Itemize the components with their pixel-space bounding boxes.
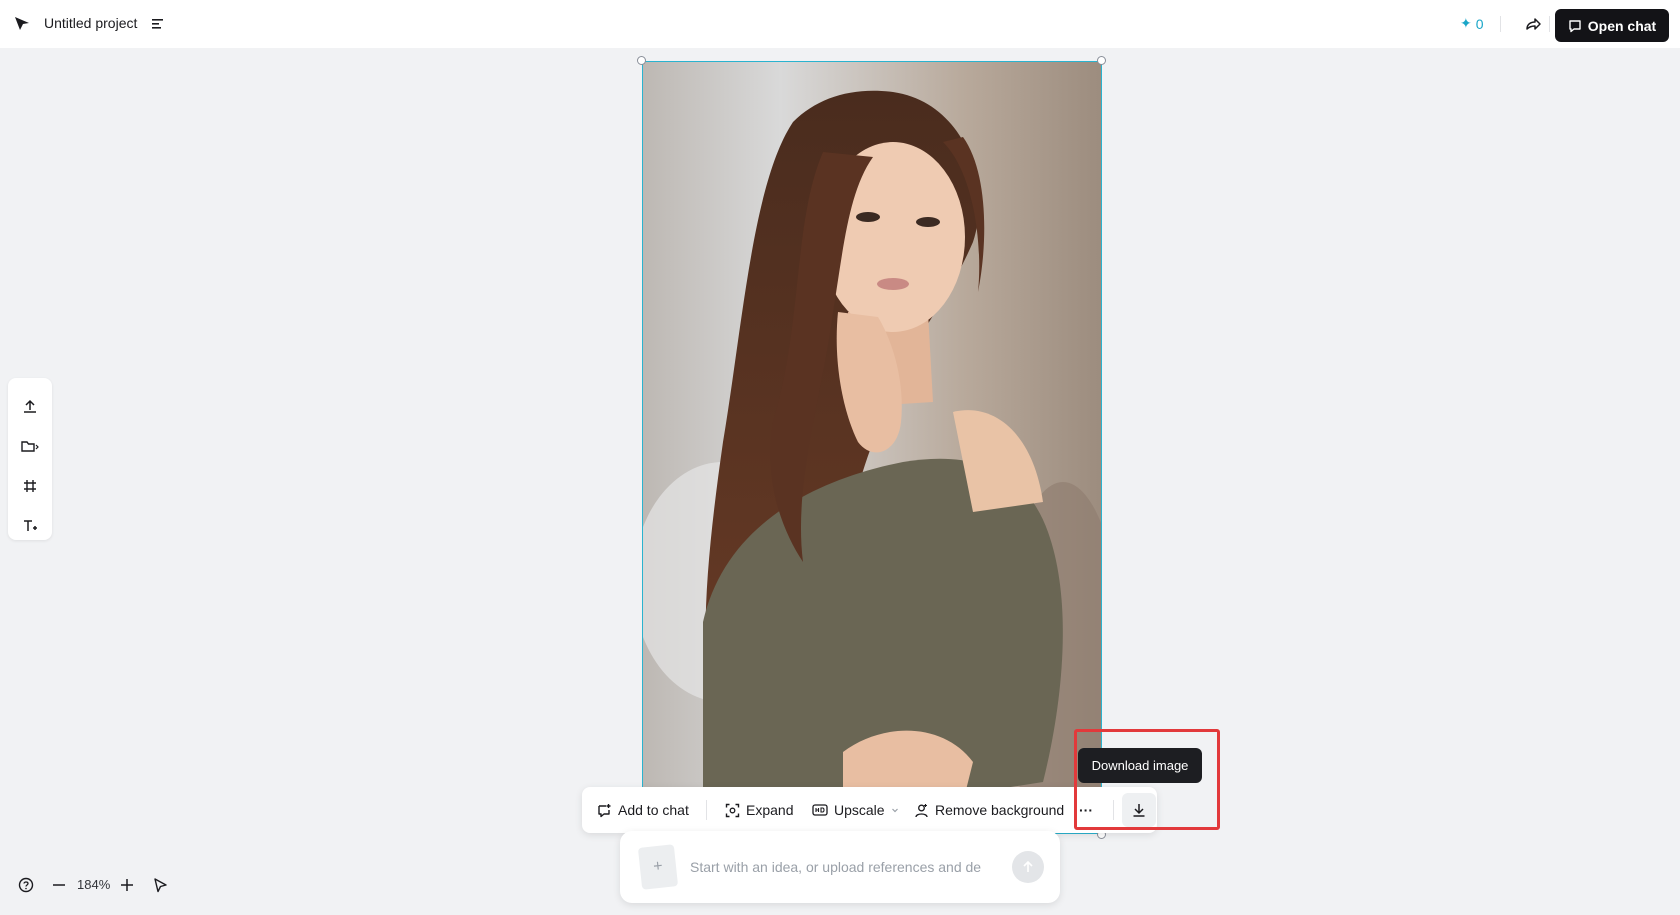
image-action-bar: Add to chat Expand Upscale Remove backgr… <box>582 787 1157 833</box>
person-icon <box>915 803 928 817</box>
frame-icon[interactable] <box>20 476 40 496</box>
zoom-out-icon[interactable] <box>50 876 68 894</box>
canvas-image[interactable] <box>642 61 1102 834</box>
expand-button[interactable]: Expand <box>725 787 793 833</box>
zoom-in-icon[interactable] <box>118 876 136 894</box>
add-chat-icon <box>598 803 611 817</box>
remove-background-button[interactable]: Remove background <box>914 787 1064 833</box>
plus-icon: + <box>652 857 664 876</box>
upload-icon[interactable] <box>20 396 40 416</box>
send-button[interactable] <box>1012 851 1044 883</box>
tooltip-label: Download image <box>1091 758 1189 773</box>
portrait-photo <box>643 62 1101 833</box>
open-chat-label: Open chat <box>1587 17 1657 34</box>
menu-icon[interactable] <box>150 15 166 31</box>
text-icon[interactable] <box>20 516 40 536</box>
download-icon <box>1133 804 1145 817</box>
divider <box>1500 16 1501 32</box>
hd-icon <box>812 804 828 816</box>
chevron-down-icon <box>891 808 898 813</box>
top-bar: Untitled project ✦ 0 Open chat <box>0 0 1680 48</box>
prompt-input[interactable] <box>690 855 990 879</box>
download-button[interactable] <box>1122 793 1156 827</box>
left-toolbar <box>8 378 52 540</box>
upscale-button[interactable]: Upscale <box>812 787 899 833</box>
project-title[interactable]: Untitled project <box>44 15 137 31</box>
expand-label: Expand <box>746 802 794 818</box>
resize-handle[interactable] <box>637 56 646 65</box>
resize-handle[interactable] <box>1097 56 1106 65</box>
add-to-chat-label: Add to chat <box>618 802 689 818</box>
pointer-icon[interactable] <box>151 876 169 894</box>
divider <box>1549 16 1550 32</box>
share-icon[interactable] <box>1523 14 1543 34</box>
help-icon[interactable] <box>17 876 35 894</box>
open-chat-button[interactable]: Open chat <box>1555 9 1669 42</box>
more-icon: ··· <box>1079 802 1093 818</box>
remove-background-label: Remove background <box>935 802 1065 818</box>
zoom-level[interactable]: 184% <box>77 877 110 892</box>
credits-badge[interactable]: ✦ 0 <box>1460 15 1484 32</box>
app-logo-icon[interactable] <box>14 15 30 31</box>
add-to-chat-button[interactable]: Add to chat <box>597 787 689 833</box>
divider <box>1113 800 1114 820</box>
download-tooltip: Download image <box>1078 748 1202 783</box>
add-reference-button[interactable]: + <box>637 844 679 890</box>
arrow-up-icon <box>1023 860 1033 872</box>
folder-icon[interactable] <box>20 436 40 456</box>
credits-count: 0 <box>1475 15 1484 32</box>
divider <box>706 800 707 820</box>
more-options-button[interactable]: ··· <box>1079 787 1093 833</box>
chat-icon <box>1569 19 1581 32</box>
upscale-label: Upscale <box>834 802 885 818</box>
expand-icon <box>725 803 740 817</box>
sparkle-icon: ✦ <box>1460 15 1472 31</box>
prompt-box: + <box>620 831 1060 903</box>
